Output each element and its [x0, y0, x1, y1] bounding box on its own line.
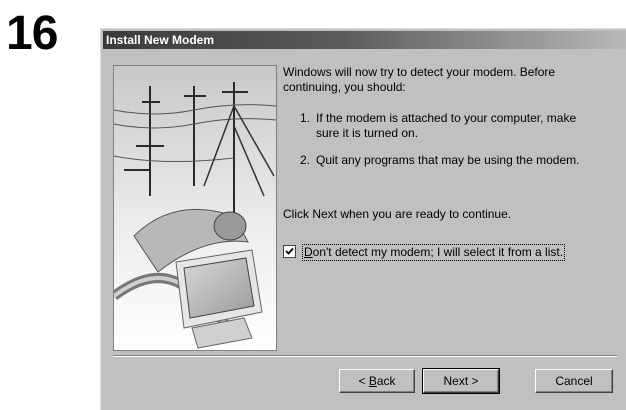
back-prefix: <: [358, 374, 369, 388]
instruction-number: 1.: [300, 111, 311, 125]
wizard-illustration: [113, 65, 277, 351]
dont-detect-modem-checkbox[interactable]: [283, 245, 296, 258]
step-number: 16: [6, 7, 58, 60]
button-separator: [113, 355, 617, 357]
back-rest: ack: [376, 374, 396, 388]
dont-detect-modem-label[interactable]: Don't detect my modem; I will select it …: [302, 244, 566, 261]
back-button[interactable]: < Back: [339, 369, 415, 393]
instruction-text: If the modem is attached to your compute…: [316, 111, 577, 140]
mnemonic-d: D: [304, 245, 313, 259]
modem-illustration-icon: [114, 66, 276, 350]
dialog-title-bar[interactable]: Install New Modem: [103, 31, 626, 49]
instruction-text: Quit any programs that may be using the …: [316, 153, 580, 167]
next-button[interactable]: Next >: [422, 368, 500, 394]
install-new-modem-dialog: Install New Modem Windows will now try t…: [100, 28, 626, 410]
checkmark-icon: [285, 247, 294, 255]
instruction-number: 2.: [300, 153, 311, 167]
label-rest: on't detect my modem; I will select it f…: [312, 245, 564, 259]
continue-instruction: Click Next when you are ready to continu…: [283, 207, 512, 221]
cancel-button[interactable]: Cancel: [535, 369, 613, 393]
intro-text: Windows will now try to detect your mode…: [283, 65, 556, 94]
mnemonic-b: B: [368, 374, 377, 388]
dialog-title: Install New Modem: [106, 33, 215, 47]
